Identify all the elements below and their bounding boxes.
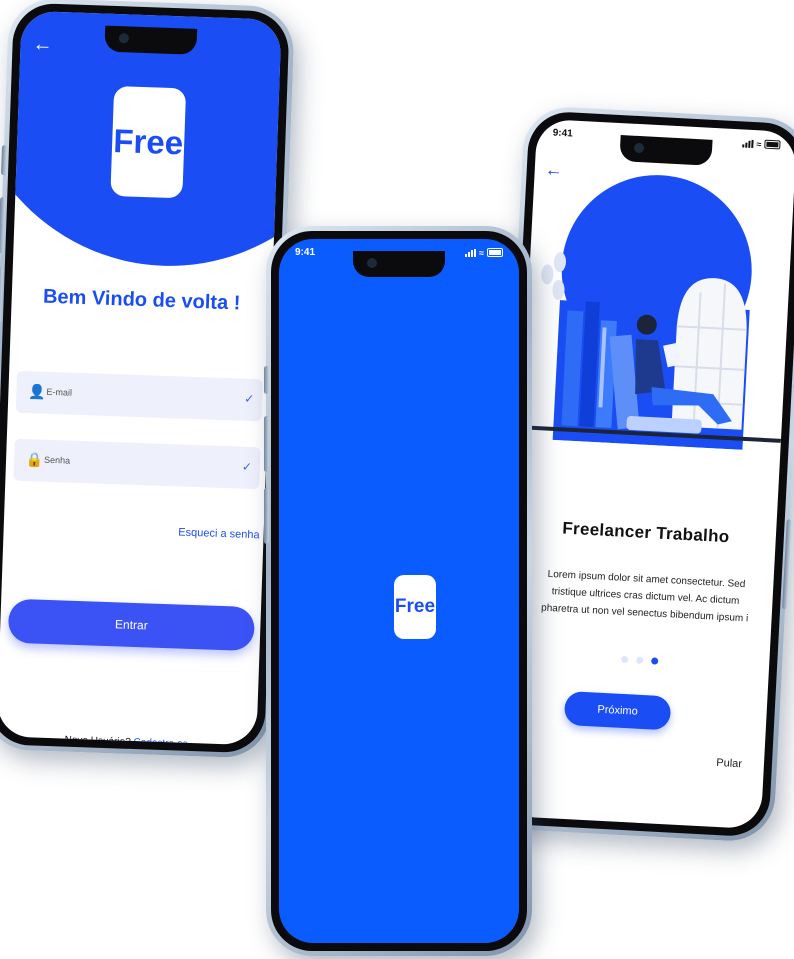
volume-up-button: [264, 416, 269, 472]
signal-icon: [742, 139, 754, 149]
page-dot[interactable]: [620, 655, 628, 664]
mute-switch: [264, 366, 269, 394]
status-icons: ≈: [742, 138, 781, 150]
phone-splash: 9:41 ≈ Free: [264, 226, 532, 956]
onboarding-title: Freelancer Trabalho: [561, 518, 730, 547]
reading-illustration: [521, 175, 782, 450]
page-indicator: [509, 650, 769, 671]
lock-icon: 🔒: [25, 451, 44, 468]
wifi-icon: ≈: [756, 139, 762, 150]
login-screen: ← Free Bem Vindo de volta ! 👤 E-mail ✓ 🔒…: [0, 10, 282, 746]
login-button[interactable]: Entrar: [7, 598, 256, 652]
onboarding-screen: 9:41 ≈ ← Freelancer Trabalho Lorem ipsum…: [500, 118, 794, 830]
mute-switch: [0, 145, 8, 176]
user-icon: 👤: [28, 383, 47, 400]
status-time: 9:41: [552, 127, 573, 140]
forgot-password-link[interactable]: Esqueci a senha: [178, 526, 260, 541]
skip-link[interactable]: Pular: [716, 757, 742, 770]
volume-down-button: [264, 488, 269, 544]
logo-text: Free: [394, 596, 436, 617]
next-button[interactable]: Próximo: [563, 690, 672, 731]
password-field[interactable]: 🔒 Senha ✓: [13, 438, 261, 490]
status-icons: ≈: [465, 248, 503, 258]
status-time: 9:41: [295, 247, 316, 258]
battery-icon: [487, 248, 503, 257]
notch: [619, 135, 713, 166]
email-field[interactable]: 👤 E-mail ✓: [15, 370, 264, 422]
page-dot[interactable]: [635, 656, 643, 664]
app-logo: Free: [110, 85, 187, 199]
check-icon: ✓: [241, 459, 253, 474]
battery-icon: [764, 139, 781, 150]
login-button-label: Entrar: [114, 617, 148, 633]
signal-icon: [465, 249, 477, 257]
splash-screen: 9:41 ≈ Free: [279, 239, 519, 943]
phone-login: ← Free Bem Vindo de volta ! 👤 E-mail ✓ 🔒…: [0, 0, 296, 759]
next-button-label: Próximo: [597, 703, 639, 718]
wifi-icon: ≈: [479, 248, 484, 258]
check-icon: ✓: [244, 391, 255, 407]
app-logo: Free: [394, 575, 436, 639]
email-placeholder: E-mail: [46, 386, 73, 398]
onboarding-description: Lorem ipsum dolor sit amet consectetur. …: [517, 564, 773, 628]
notch: [353, 251, 445, 277]
notch: [104, 25, 198, 55]
welcome-title: Bem Vindo de volta !: [42, 285, 241, 315]
password-placeholder: Senha: [43, 454, 71, 466]
phone-onboarding: 9:41 ≈ ← Freelancer Trabalho Lorem ipsum…: [487, 105, 794, 843]
back-arrow-icon[interactable]: ←: [32, 33, 53, 57]
logo-text: Free: [112, 121, 184, 162]
page-dot-active[interactable]: [650, 657, 658, 665]
